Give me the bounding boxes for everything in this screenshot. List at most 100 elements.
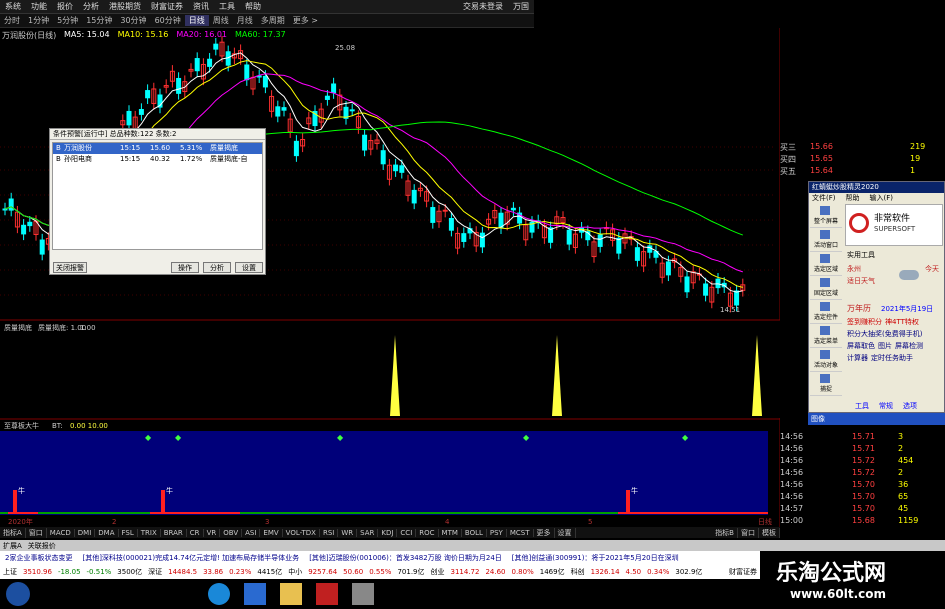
bid-row: 买四 15.65 19 bbox=[780, 154, 945, 166]
candle-body bbox=[647, 245, 653, 253]
trade-time: 14:56 bbox=[780, 432, 804, 441]
blue-zone bbox=[0, 431, 768, 515]
trade-vol: 65 bbox=[898, 492, 909, 501]
indicator-tab[interactable]: DMA bbox=[95, 528, 119, 537]
capture-label: 整个屏幕 bbox=[813, 218, 838, 225]
alert-row[interactable]: B 孙阳电商 15:15 40.32 1.72% 质量揭底-自 bbox=[53, 154, 262, 165]
index-value: 14484.5 bbox=[168, 568, 198, 576]
indicator-tab[interactable]: 指标A bbox=[0, 527, 26, 538]
capture-option[interactable]: 活动窗口 bbox=[810, 228, 842, 252]
alert-dialog[interactable]: 条件预警[运行中] 总品种数:122 条数:2 B 万润股份 15:15 15.60 5… bbox=[49, 128, 266, 275]
capture-option[interactable]: 选定区域 bbox=[810, 252, 842, 276]
folder-icon[interactable] bbox=[280, 583, 302, 605]
candle-body bbox=[448, 217, 454, 231]
indicator-tab[interactable]: MCST bbox=[507, 528, 534, 537]
index-value: 1469亿 bbox=[539, 568, 565, 576]
indicator-tab[interactable]: 设置 bbox=[555, 527, 576, 538]
indicator-tab-b[interactable]: 指标B bbox=[712, 527, 738, 538]
extension-tab[interactable]: 扩展A bbox=[0, 541, 25, 551]
indicator-tab[interactable]: BOLL bbox=[462, 528, 487, 537]
indicator-tab[interactable]: CR bbox=[187, 528, 204, 537]
high-label: 25.08 bbox=[335, 44, 355, 52]
candle-body bbox=[734, 290, 740, 306]
trade-vol: 3 bbox=[898, 432, 904, 441]
indicator-tab[interactable]: BRAR bbox=[161, 528, 187, 537]
indicator-tab[interactable]: ASI bbox=[242, 528, 261, 537]
alert-row[interactable]: B 万润股份 15:15 15.60 5.31% 质量揭底 bbox=[53, 143, 262, 154]
indicator-tab[interactable]: WR bbox=[338, 528, 358, 537]
indicator-tab[interactable]: CCI bbox=[397, 528, 417, 537]
start-icon[interactable] bbox=[6, 582, 30, 606]
image-tab[interactable]: 图像 bbox=[808, 413, 945, 425]
popup-tab[interactable]: 选项 bbox=[903, 401, 917, 411]
news-item[interactable]: 2家企业事板状态变更 bbox=[0, 553, 77, 563]
alert-list[interactable]: B 万润股份 15:15 15.60 5.31% 质量揭底 B 孙阳电商 15:15 40.32 1… bbox=[52, 142, 263, 250]
capture-option[interactable]: 活动对象 bbox=[810, 348, 842, 372]
tool-link[interactable]: 屏幕取色 bbox=[847, 341, 875, 351]
capture-option[interactable]: 整个屏幕 bbox=[810, 204, 842, 228]
tool-link[interactable]: 积分大抽奖(免费得手机) bbox=[847, 329, 922, 339]
news-item[interactable]: [其他]深科技(000021)完成14.74亿元定增! 加速布局存储半导体业务 bbox=[77, 553, 304, 563]
browser-icon[interactable] bbox=[208, 583, 230, 605]
settings-button[interactable]: 设置 bbox=[235, 262, 263, 273]
tool-link[interactable]: 神4TT特权 bbox=[885, 317, 919, 327]
trade-price: 15.71 bbox=[852, 444, 875, 453]
indicator-tab[interactable]: MTM bbox=[439, 528, 462, 537]
news-item[interactable]: [其他]创益通(300991)：将于2021年5月20日在深圳 bbox=[507, 553, 684, 563]
tool-link[interactable]: 图片 bbox=[878, 341, 892, 351]
trade-price: 15.70 bbox=[852, 504, 875, 513]
extension-tab[interactable]: 关联报价 bbox=[25, 541, 59, 551]
indicator-tab-b[interactable]: 窗口 bbox=[738, 527, 759, 538]
popup-tab[interactable]: 工具 bbox=[855, 401, 869, 411]
indicator-tabs-right: 指标B 窗口 模板 bbox=[712, 527, 780, 538]
indicator-tab[interactable]: KDJ bbox=[378, 528, 398, 537]
popup-menu-item[interactable]: 输入(F) bbox=[870, 193, 894, 203]
indicator-tab[interactable]: SAR bbox=[357, 528, 379, 537]
index-value: 50.60 bbox=[343, 568, 364, 576]
popup-tab[interactable]: 常规 bbox=[879, 401, 893, 411]
capture-option[interactable]: 捕捉 bbox=[810, 372, 842, 396]
indicator-tab[interactable]: ROC bbox=[416, 528, 439, 537]
screenshot-tool-window[interactable]: 红蜻蜓炒股精灵2020 文件(F) 帮助 输入(F) 整个屏幕 活动窗口 选定区域 固定区… bbox=[808, 181, 945, 413]
indicator-tab[interactable]: DMI bbox=[75, 528, 96, 537]
bid-price: 15.65 bbox=[810, 154, 833, 163]
operate-button[interactable]: 操作 bbox=[171, 262, 199, 273]
app-icon[interactable] bbox=[244, 583, 266, 605]
capture-option[interactable]: 选定菜单 bbox=[810, 324, 842, 348]
tool-link[interactable]: 计算器 bbox=[847, 353, 868, 363]
capture-label: 活动对象 bbox=[813, 362, 838, 369]
tool-icon[interactable] bbox=[352, 583, 374, 605]
bid-row: 买五 15.64 1 bbox=[780, 166, 945, 178]
capture-label: 活动窗口 bbox=[813, 242, 838, 249]
popup-menu-item[interactable]: 帮助 bbox=[846, 193, 860, 203]
indicator-tab[interactable]: OBV bbox=[220, 528, 243, 537]
tool-link[interactable]: 屏幕检测 bbox=[895, 341, 923, 351]
indicator-tab[interactable]: MACD bbox=[47, 528, 75, 537]
indicator-tab[interactable]: 更多 bbox=[534, 527, 555, 538]
analyze-button[interactable]: 分析 bbox=[203, 262, 231, 273]
alert-pct: 5.31% bbox=[180, 144, 203, 152]
index-value: 0.23% bbox=[229, 568, 252, 576]
news-item[interactable]: [其他]迈瑞股份(001006)：首发3482万股 询价日期为月24日 bbox=[304, 553, 507, 563]
indicator-tab[interactable]: PSY bbox=[487, 528, 507, 537]
tool-link[interactable]: 签到赚积分 bbox=[847, 317, 882, 327]
indicator-tab[interactable]: 窗口 bbox=[26, 527, 47, 538]
tool-link[interactable]: 定时任务助手 bbox=[871, 353, 913, 363]
close-alert-button[interactable]: 关闭报警 bbox=[53, 262, 87, 273]
watermark-cn: 乐淘公式网 bbox=[776, 561, 887, 586]
stock-app-icon[interactable] bbox=[316, 583, 338, 605]
bid-row: 买三 15.66 219 bbox=[780, 142, 945, 154]
indicator-tab[interactable]: TRIX bbox=[138, 528, 161, 537]
indicator-tab[interactable]: VOL-TDX bbox=[283, 528, 320, 537]
candle-body bbox=[331, 83, 337, 94]
indicator-tab[interactable]: FSL bbox=[119, 528, 138, 537]
indicator-tab-b[interactable]: 模板 bbox=[759, 527, 780, 538]
cloud-icon bbox=[899, 270, 919, 280]
capture-option[interactable]: 固定区域 bbox=[810, 276, 842, 300]
popup-menu-item[interactable]: 文件(F) bbox=[812, 193, 836, 203]
indicator-tab[interactable]: VR bbox=[204, 528, 221, 537]
capture-option[interactable]: 选定控件 bbox=[810, 300, 842, 324]
indicator-tab[interactable]: EMV bbox=[260, 528, 283, 537]
indicator-tab[interactable]: RSI bbox=[320, 528, 339, 537]
index-value: 3114.72 bbox=[450, 568, 480, 576]
